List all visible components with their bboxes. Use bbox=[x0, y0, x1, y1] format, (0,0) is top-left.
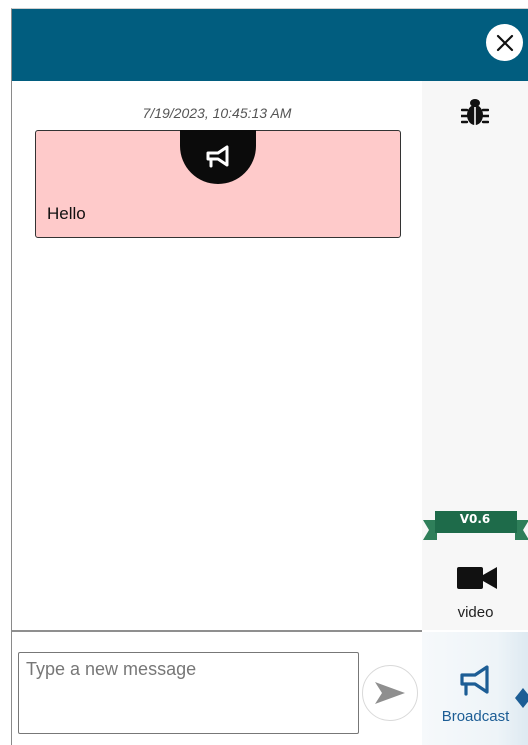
video-label: video bbox=[457, 604, 494, 621]
message-input[interactable] bbox=[18, 652, 359, 734]
active-tab-indicator bbox=[515, 688, 528, 708]
header-bar bbox=[12, 9, 528, 81]
close-button[interactable] bbox=[486, 24, 523, 61]
video-button[interactable]: video bbox=[422, 553, 528, 629]
message-list[interactable]: 7/19/2023, 10:45:13 AM Hello bbox=[12, 81, 422, 630]
send-button[interactable] bbox=[362, 665, 418, 721]
composer bbox=[12, 632, 422, 745]
bug-icon[interactable] bbox=[461, 97, 489, 127]
message-type-badge bbox=[180, 130, 256, 184]
message-card[interactable]: Hello bbox=[35, 130, 401, 238]
megaphone-icon bbox=[206, 145, 229, 168]
video-camera-icon bbox=[457, 567, 497, 589]
side-rail: V0.6 video bbox=[422, 81, 528, 630]
tab-broadcast-label: Broadcast bbox=[441, 708, 510, 725]
tab-broadcast[interactable]: Broadcast bbox=[422, 632, 528, 745]
message-text: Hello bbox=[47, 204, 86, 223]
message-timestamp: 7/19/2023, 10:45:13 AM bbox=[142, 105, 292, 121]
chat-window: 7/19/2023, 10:45:13 AM Hello V0.6 video … bbox=[11, 8, 528, 745]
megaphone-icon bbox=[460, 665, 489, 696]
close-icon bbox=[496, 34, 513, 51]
version-label: V0.6 bbox=[459, 512, 491, 526]
send-arrow-icon bbox=[375, 682, 405, 704]
